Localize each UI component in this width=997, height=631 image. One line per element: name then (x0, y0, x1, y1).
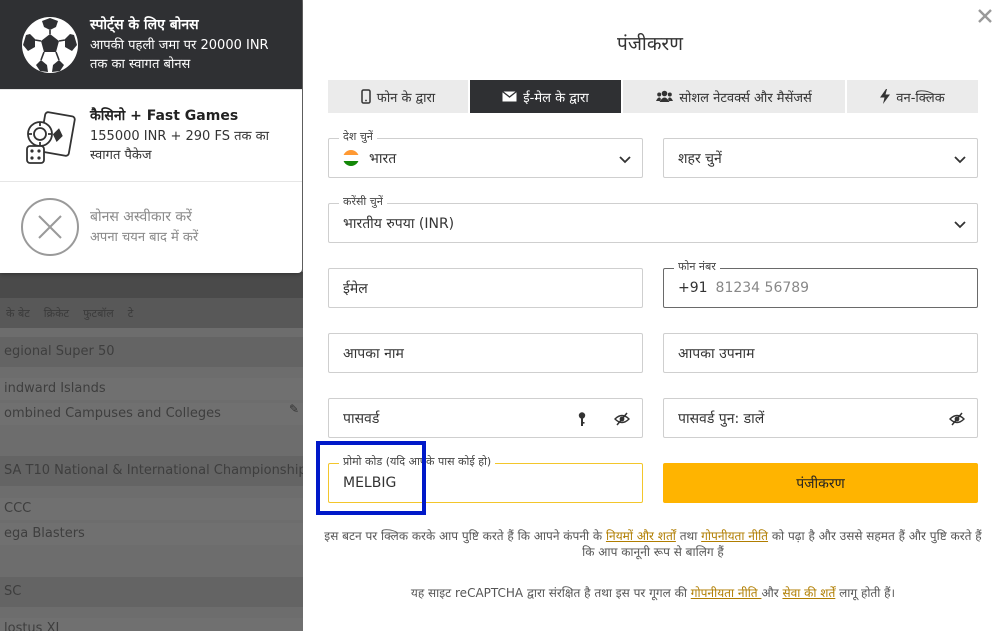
tab-one-click[interactable]: वन-क्लिक (847, 80, 978, 113)
bonus-desc-line: आपकी पहली जमा पर 20000 INR (90, 38, 269, 53)
currency-value: भारतीय रुपया (INR) (343, 215, 455, 232)
privacy-policy-link[interactable]: गोपनीयता नीति (701, 529, 768, 543)
bg-team-row: CCC (0, 498, 303, 520)
pencil-icon: ✎ (289, 402, 300, 416)
soccer-ball-icon (20, 15, 80, 75)
decline-x-icon (20, 197, 80, 257)
close-icon[interactable] (975, 6, 995, 26)
chevron-down-icon (619, 156, 631, 164)
bonus-title: स्पोर्ट्स के लिए बोनस (90, 17, 199, 33)
captcha-text-part: लागू होती हैं। (835, 586, 896, 600)
consent-text-part: तथा (675, 529, 702, 543)
tab-label: वन-क्लिक (896, 90, 945, 106)
tab-social[interactable]: सोशल नेटवर्क्स और मैसेंजर्स (623, 80, 847, 113)
google-terms-link[interactable]: सेवा की शर्तें (782, 586, 835, 600)
bg-league-header: SA T10 National & International Champion… (0, 456, 303, 486)
bg-team-row: ega Blasters (0, 523, 303, 545)
consent-text: इस बटन पर क्लिक करके आप पुष्टि करते हैं … (323, 528, 983, 560)
users-icon (656, 90, 674, 102)
bonus-title: कैसिनो + Fast Games (90, 108, 239, 124)
registration-method-tabs: फोन के द्वारा ई-मेल के द्वारा सोशल नेटवर… (328, 80, 978, 113)
currency-select[interactable]: करेंसी चुनें भारतीय रुपया (INR) (328, 195, 978, 243)
lightning-icon (880, 89, 891, 104)
last-name-placeholder: आपका उपनाम (678, 345, 755, 362)
bg-league-header: egional Super 50 (0, 337, 303, 367)
city-select[interactable]: शहर चुनें (663, 138, 978, 178)
bonus-desc-line: 155000 INR + 290 FS तक का (90, 129, 269, 144)
tab-label: फोन के द्वारा (376, 90, 436, 106)
password-repeat-field[interactable]: पासवर्ड पुन: डालें (663, 398, 978, 438)
background-strip (0, 272, 303, 298)
country-value: भारत (369, 150, 397, 167)
promo-highlight-box (316, 441, 426, 515)
registration-modal: पंजीकरण फोन के द्वारा ई-मेल के द्वारा सो… (303, 0, 997, 631)
terms-link[interactable]: नियमों और शर्तों (606, 529, 676, 543)
city-placeholder: शहर चुनें (678, 150, 722, 167)
phone-prefix: +91 (678, 280, 708, 296)
bonus-desc-line: तक का स्वागत बोनस (90, 57, 191, 72)
email-placeholder: ईमेल (343, 280, 368, 297)
bonus-option-casino[interactable]: कैसिनो + Fast Games 155000 INR + 290 FS … (0, 90, 302, 182)
envelope-icon (502, 91, 518, 102)
first-name-field[interactable]: आपका नाम (328, 333, 643, 373)
bg-nav-item: टे (127, 306, 134, 320)
bonus-title: बोनस अस्वीकार करें (90, 209, 192, 225)
phone-icon (361, 89, 371, 104)
chevron-down-icon (954, 221, 966, 229)
google-privacy-link[interactable]: गोपनीयता नीति (691, 586, 762, 600)
eye-slash-icon[interactable] (614, 411, 630, 427)
captcha-text-part: और (761, 586, 783, 600)
bg-team-row: ombined Campuses and Colleges (0, 403, 303, 425)
password-placeholder: पासवर्ड (343, 410, 380, 427)
bonus-option-decline[interactable]: बोनस अस्वीकार करें अपना चयन बाद में करें (0, 182, 302, 272)
casino-icon (20, 106, 80, 166)
bonus-selection-panel: स्पोर्ट्स के लिए बोनस आपकी पहली जमा पर 2… (0, 0, 302, 273)
phone-field[interactable]: फोन नंबर +91 81234 56789 (663, 260, 978, 308)
phone-label: फोन नंबर (674, 260, 720, 274)
country-select[interactable]: देश चुनें भारत (328, 130, 643, 178)
tab-label: सोशल नेटवर्क्स और मैसेंजर्स (679, 90, 812, 106)
bg-nav-item: फुटबॉल (83, 306, 114, 320)
tab-email[interactable]: ई-मेल के द्वारा (470, 80, 623, 113)
background-sport-nav: के बेट क्रिकेट फुटबॉल टे (0, 298, 303, 328)
india-flag-icon (343, 150, 359, 166)
bg-team-row: indward Islands (0, 378, 303, 400)
bg-league-header: SC (0, 577, 303, 607)
last-name-field[interactable]: आपका उपनाम (663, 333, 978, 373)
bonus-description: अपना चयन बाद में करें (90, 230, 199, 245)
password-repeat-placeholder: पासवर्ड पुन: डालें (678, 410, 765, 427)
country-label: देश चुनें (339, 130, 377, 144)
modal-title: पंजीकरण (617, 33, 683, 55)
currency-label: करेंसी चुनें (339, 195, 387, 209)
bonus-option-sports[interactable]: स्पोर्ट्स के लिए बोनस आपकी पहली जमा पर 2… (0, 0, 302, 90)
bonus-description: आपकी पहली जमा पर 20000 INR तक का स्वागत … (90, 36, 269, 74)
chevron-down-icon (954, 156, 966, 164)
consent-text-part: इस बटन पर क्लिक करके आप पुष्टि करते हैं … (324, 529, 606, 543)
recaptcha-notice: यह साइट reCAPTCHA द्वारा संरक्षित है तथा… (323, 585, 983, 601)
email-field[interactable]: ईमेल (328, 268, 643, 308)
bg-nav-item: क्रिकेट (43, 306, 70, 320)
bonus-desc-line: स्वागत पैकेज (90, 148, 152, 163)
register-button[interactable]: पंजीकरण (663, 463, 978, 503)
bg-nav-item: के बेट (6, 306, 30, 320)
captcha-text-part: यह साइट reCAPTCHA द्वारा संरक्षित है तथा… (410, 586, 691, 600)
bonus-description: 155000 INR + 290 FS तक का स्वागत पैकेज (90, 127, 269, 165)
tab-label: ई-मेल के द्वारा (523, 90, 589, 106)
phone-placeholder: 81234 56789 (715, 280, 810, 296)
tab-phone[interactable]: फोन के द्वारा (328, 80, 470, 113)
eye-slash-icon[interactable] (949, 411, 965, 427)
bg-team-row: lostus XI (0, 618, 303, 631)
key-icon[interactable] (574, 411, 590, 427)
first-name-placeholder: आपका नाम (343, 345, 404, 362)
password-field[interactable]: पासवर्ड (328, 398, 643, 438)
